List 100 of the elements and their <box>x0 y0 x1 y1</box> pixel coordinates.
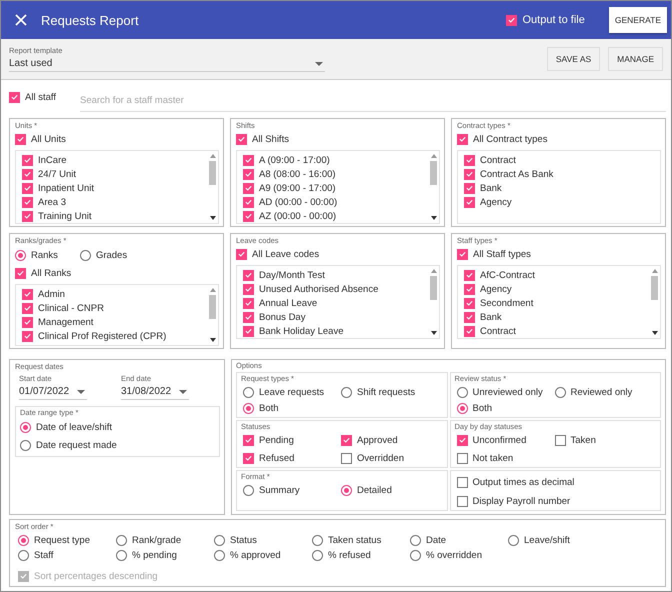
checkbox[interactable] <box>464 298 475 308</box>
template-button[interactable]: SAVE AS <box>546 47 600 71</box>
radio-button[interactable] <box>243 386 254 398</box>
scroll-down-icon[interactable] <box>210 216 216 220</box>
checkbox[interactable] <box>22 196 33 208</box>
scroll-up-icon[interactable] <box>430 269 436 273</box>
radio-button[interactable] <box>80 250 91 260</box>
checkbox[interactable] <box>22 168 33 180</box>
option-label: All Contract types <box>473 134 548 144</box>
checkbox[interactable] <box>236 134 247 144</box>
option-label: Bank Holiday Leave <box>259 326 344 336</box>
radio-button[interactable] <box>18 550 29 560</box>
checkbox[interactable] <box>464 168 475 180</box>
checkbox[interactable] <box>243 182 254 194</box>
checkbox[interactable] <box>456 452 468 464</box>
checkbox[interactable] <box>456 496 468 506</box>
checkbox[interactable] <box>243 154 254 166</box>
option-label: Management <box>38 316 94 328</box>
scroll-up-icon[interactable] <box>652 269 658 273</box>
scroll-up-icon[interactable] <box>210 288 216 292</box>
checkbox[interactable] <box>22 302 33 314</box>
option-label: All Leave codes <box>252 248 320 260</box>
close-icon[interactable] <box>15 14 27 26</box>
option-label: Inpatient Unit <box>38 182 94 194</box>
checkbox[interactable] <box>15 134 26 144</box>
radio-button[interactable] <box>214 550 225 560</box>
checkbox[interactable] <box>15 268 26 278</box>
checkbox[interactable] <box>554 434 566 446</box>
scroll-up-icon[interactable] <box>210 154 216 158</box>
checkbox[interactable] <box>456 476 468 488</box>
checkbox[interactable] <box>243 452 254 464</box>
radio-button[interactable] <box>20 440 31 450</box>
checkbox[interactable] <box>22 154 33 166</box>
scrollbar-thumb[interactable] <box>651 276 658 300</box>
checkbox[interactable] <box>9 92 20 102</box>
radio-button[interactable] <box>341 484 352 496</box>
checkbox[interactable] <box>22 182 33 194</box>
radio-button[interactable] <box>508 534 519 546</box>
radio-button[interactable] <box>116 550 127 560</box>
option-label: Contract <box>480 326 516 336</box>
radio-button[interactable] <box>410 534 421 546</box>
checkbox[interactable] <box>341 452 352 464</box>
generate-button[interactable]: GENERATE <box>608 7 667 33</box>
scroll-down-icon[interactable] <box>210 338 216 342</box>
checkbox[interactable] <box>243 210 254 222</box>
checkmark-icon <box>16 134 25 144</box>
checkbox[interactable] <box>464 196 475 208</box>
checkbox[interactable] <box>457 134 468 144</box>
scroll-down-icon[interactable] <box>652 331 658 335</box>
radio-button[interactable] <box>312 534 323 546</box>
checkbox[interactable] <box>464 284 475 294</box>
checkbox[interactable] <box>22 210 33 222</box>
radio-button[interactable] <box>456 386 468 398</box>
radio-button[interactable] <box>214 534 225 546</box>
checkbox[interactable] <box>22 288 33 300</box>
checkbox[interactable] <box>22 330 33 342</box>
checkbox[interactable] <box>243 168 254 180</box>
checkbox[interactable] <box>243 298 254 308</box>
checkbox[interactable] <box>243 312 254 322</box>
option-label: InCare <box>38 154 67 166</box>
checkbox[interactable] <box>22 316 33 328</box>
option-label: Leave/shift <box>524 534 570 546</box>
option-label: Reviewed only <box>570 386 632 398</box>
option-label: Output times as decimal <box>472 476 574 488</box>
checkbox[interactable] <box>464 326 475 336</box>
radio-button[interactable] <box>456 402 468 414</box>
checkbox[interactable] <box>464 312 475 322</box>
checkbox[interactable] <box>243 196 254 208</box>
checkbox[interactable] <box>341 434 352 446</box>
radio-button[interactable] <box>243 484 254 496</box>
scrollbar-thumb[interactable] <box>209 161 216 185</box>
scroll-up-icon[interactable] <box>430 154 436 158</box>
checkbox[interactable] <box>464 270 475 280</box>
checkbox[interactable] <box>457 248 468 260</box>
scroll-down-icon[interactable] <box>430 216 436 220</box>
scroll-down-icon[interactable] <box>430 331 436 335</box>
checkbox[interactable] <box>243 326 254 336</box>
checkbox[interactable] <box>236 248 247 260</box>
radio-button[interactable] <box>18 534 29 546</box>
checkbox[interactable] <box>464 182 475 194</box>
radio-button[interactable] <box>20 422 31 432</box>
radio-button[interactable] <box>312 550 323 560</box>
radio-button[interactable] <box>341 386 352 398</box>
checkbox[interactable] <box>243 270 254 280</box>
radio-button[interactable] <box>243 402 254 414</box>
radio-button[interactable] <box>554 386 566 398</box>
scrollbar-thumb[interactable] <box>430 276 437 300</box>
scrollbar-thumb[interactable] <box>209 295 216 319</box>
radio-button[interactable] <box>116 534 127 546</box>
caret-icon <box>315 62 323 66</box>
checkbox[interactable] <box>243 434 254 446</box>
scrollbar-thumb[interactable] <box>430 161 437 185</box>
radio-button[interactable] <box>410 550 421 560</box>
checkbox[interactable] <box>464 154 475 166</box>
option-label: % approved <box>230 550 281 560</box>
checkbox[interactable] <box>243 284 254 294</box>
template-button[interactable]: MANAGE <box>608 47 663 71</box>
checkbox[interactable] <box>506 14 518 26</box>
checkbox[interactable] <box>456 434 468 446</box>
radio-button[interactable] <box>15 250 26 260</box>
